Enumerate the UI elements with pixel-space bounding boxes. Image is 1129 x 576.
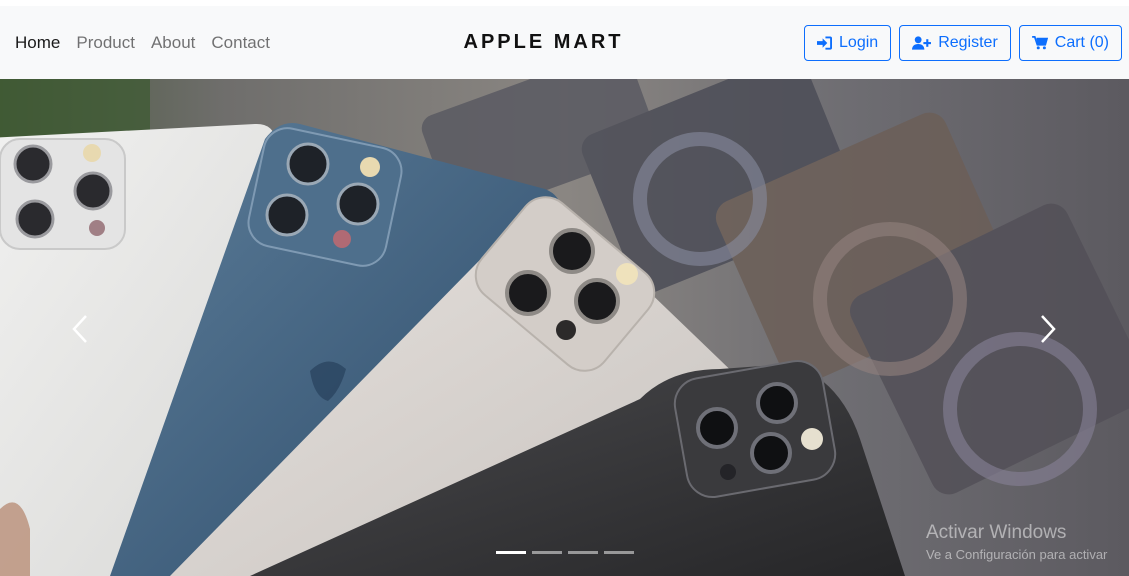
login-button[interactable]: Login [804,24,892,61]
navbar: Home Product About Contact APPLE MART Lo… [0,6,1129,79]
carousel-indicator-4[interactable] [603,551,634,554]
cart-button[interactable]: Cart (0) [1018,24,1122,61]
register-button[interactable]: Register [899,24,1011,61]
carousel-indicator-3[interactable] [567,551,598,554]
carousel-next-button[interactable] [1028,309,1068,349]
chevron-right-icon [1041,315,1056,343]
user-plus-icon [912,35,932,50]
sign-in-icon [817,35,833,50]
hero-carousel [0,79,1129,576]
watermark-title: Activar Windows [926,522,1067,543]
register-label: Register [938,33,998,51]
cart-label: Cart (0) [1054,33,1109,51]
carousel-indicator-1[interactable] [495,551,526,554]
chevron-left-icon [72,315,87,343]
carousel-indicator-2[interactable] [531,551,562,554]
nav-buttons: Login Register Cart (0) [796,6,1122,79]
watermark-subtitle: Ve a Configuración para activar [926,547,1108,562]
cart-icon [1031,35,1048,49]
windows-activation-watermark: Activar Windows Ve a Configuración para … [926,522,1107,562]
carousel-slide-image [0,79,1129,576]
carousel-prev-button[interactable] [60,309,100,349]
login-label: Login [839,33,879,51]
